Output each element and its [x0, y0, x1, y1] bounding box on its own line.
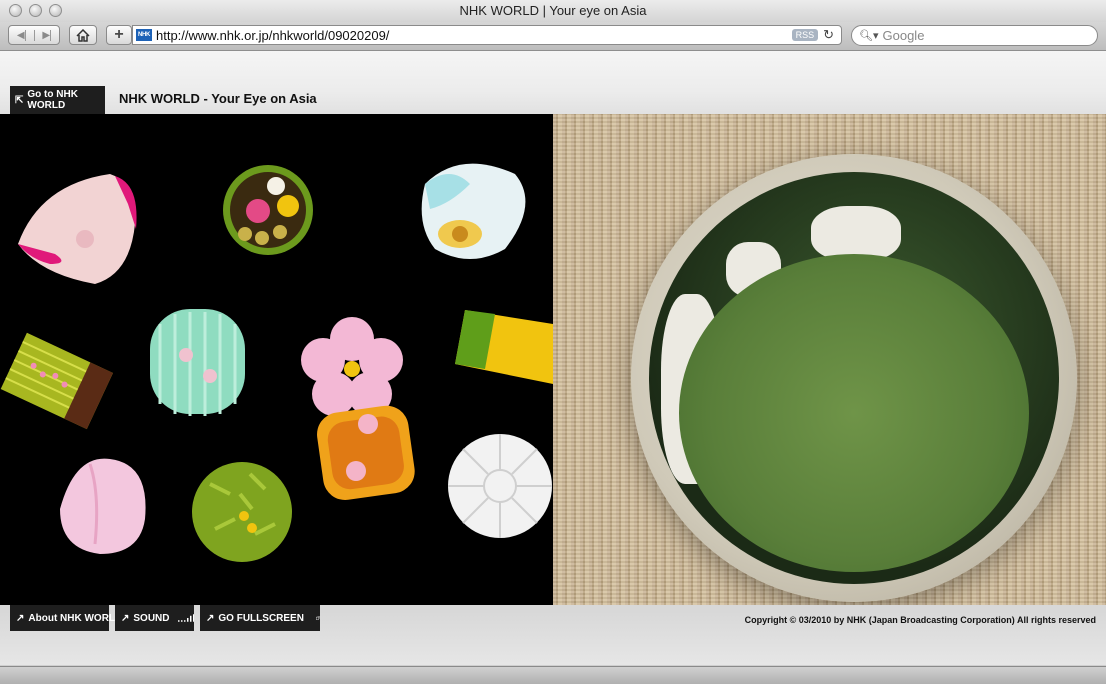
external-arrow-icon: ↗: [206, 612, 215, 624]
window-title: NHK WORLD | Your eye on Asia: [459, 3, 647, 18]
magnifier-icon[interactable]: 🔍︎▾: [859, 29, 879, 42]
sound-label: SOUND: [133, 612, 170, 624]
external-arrow-icon: ↗: [121, 612, 130, 624]
search-placeholder: Google: [882, 28, 925, 43]
home-button[interactable]: [69, 25, 97, 45]
status-bar: [0, 666, 1106, 684]
arrow-left-icon: ◀: [16, 29, 26, 41]
window-titlebar: NHK WORLD | Your eye on Asia: [0, 0, 1106, 23]
site-favicon: NHK: [136, 29, 152, 41]
sound-level-icon: [177, 614, 194, 622]
back-forward-buttons: ◀ ▶: [8, 25, 60, 45]
url-text[interactable]: http://www.nhk.or.jp/nhkworld/09020209/: [156, 28, 792, 43]
matcha-bowl: [631, 154, 1077, 602]
about-label: About NHK WORLD: [28, 612, 123, 624]
rss-button[interactable]: RSS: [791, 29, 819, 41]
plus-icon: +: [114, 26, 124, 43]
hero-image: [0, 114, 1106, 605]
search-field[interactable]: 🔍︎▾ Google: [851, 25, 1098, 46]
copyright-notice: Copyright © 03/2010 by NHK (Japan Broadc…: [744, 615, 1096, 625]
wagashi-photo: [0, 114, 553, 605]
footer-bar: ↗ About NHK WORLD ↗ SOUND ↗ GO FULLSCREE…: [0, 605, 1106, 635]
fullscreen-icon: [315, 616, 320, 620]
browser-toolbar: ◀ ▶ + NHK http://www.nhk.or.jp/nhkworld/…: [0, 22, 1106, 51]
back-button[interactable]: ◀: [9, 29, 35, 41]
arrow-right-icon: ▶: [42, 29, 52, 41]
go-fullscreen-button[interactable]: ↗ GO FULLSCREEN: [200, 605, 320, 631]
go-to-nhk-world-button[interactable]: ⇱ Go to NHK WORLD: [10, 86, 105, 114]
about-nhk-world-button[interactable]: ↗ About NHK WORLD: [10, 605, 122, 631]
page-content: ⇱ Go to NHK WORLD NHK WORLD - Your Eye o…: [0, 51, 1106, 665]
forward-button[interactable]: ▶: [35, 29, 60, 41]
page-title: NHK WORLD - Your Eye on Asia: [119, 91, 317, 106]
sound-toggle-button[interactable]: ↗ SOUND: [115, 605, 194, 631]
address-bar[interactable]: NHK http://www.nhk.or.jp/nhkworld/090202…: [132, 25, 842, 45]
fullscreen-label: GO FULLSCREEN: [218, 612, 304, 624]
bowl-glaze-patch: [811, 206, 901, 261]
home-icon: [76, 28, 90, 42]
wagashi-illustration: [0, 163, 553, 562]
go-to-nhk-world-label: Go to NHK WORLD: [27, 89, 78, 111]
add-bookmark-button[interactable]: +: [106, 25, 132, 45]
reload-icon[interactable]: ↻: [823, 27, 834, 43]
external-arrow-icon: ↗: [16, 612, 25, 624]
matcha-photo: [553, 114, 1106, 605]
external-arrow-icon: ⇱: [15, 94, 24, 106]
matcha-tea: [679, 254, 1029, 572]
